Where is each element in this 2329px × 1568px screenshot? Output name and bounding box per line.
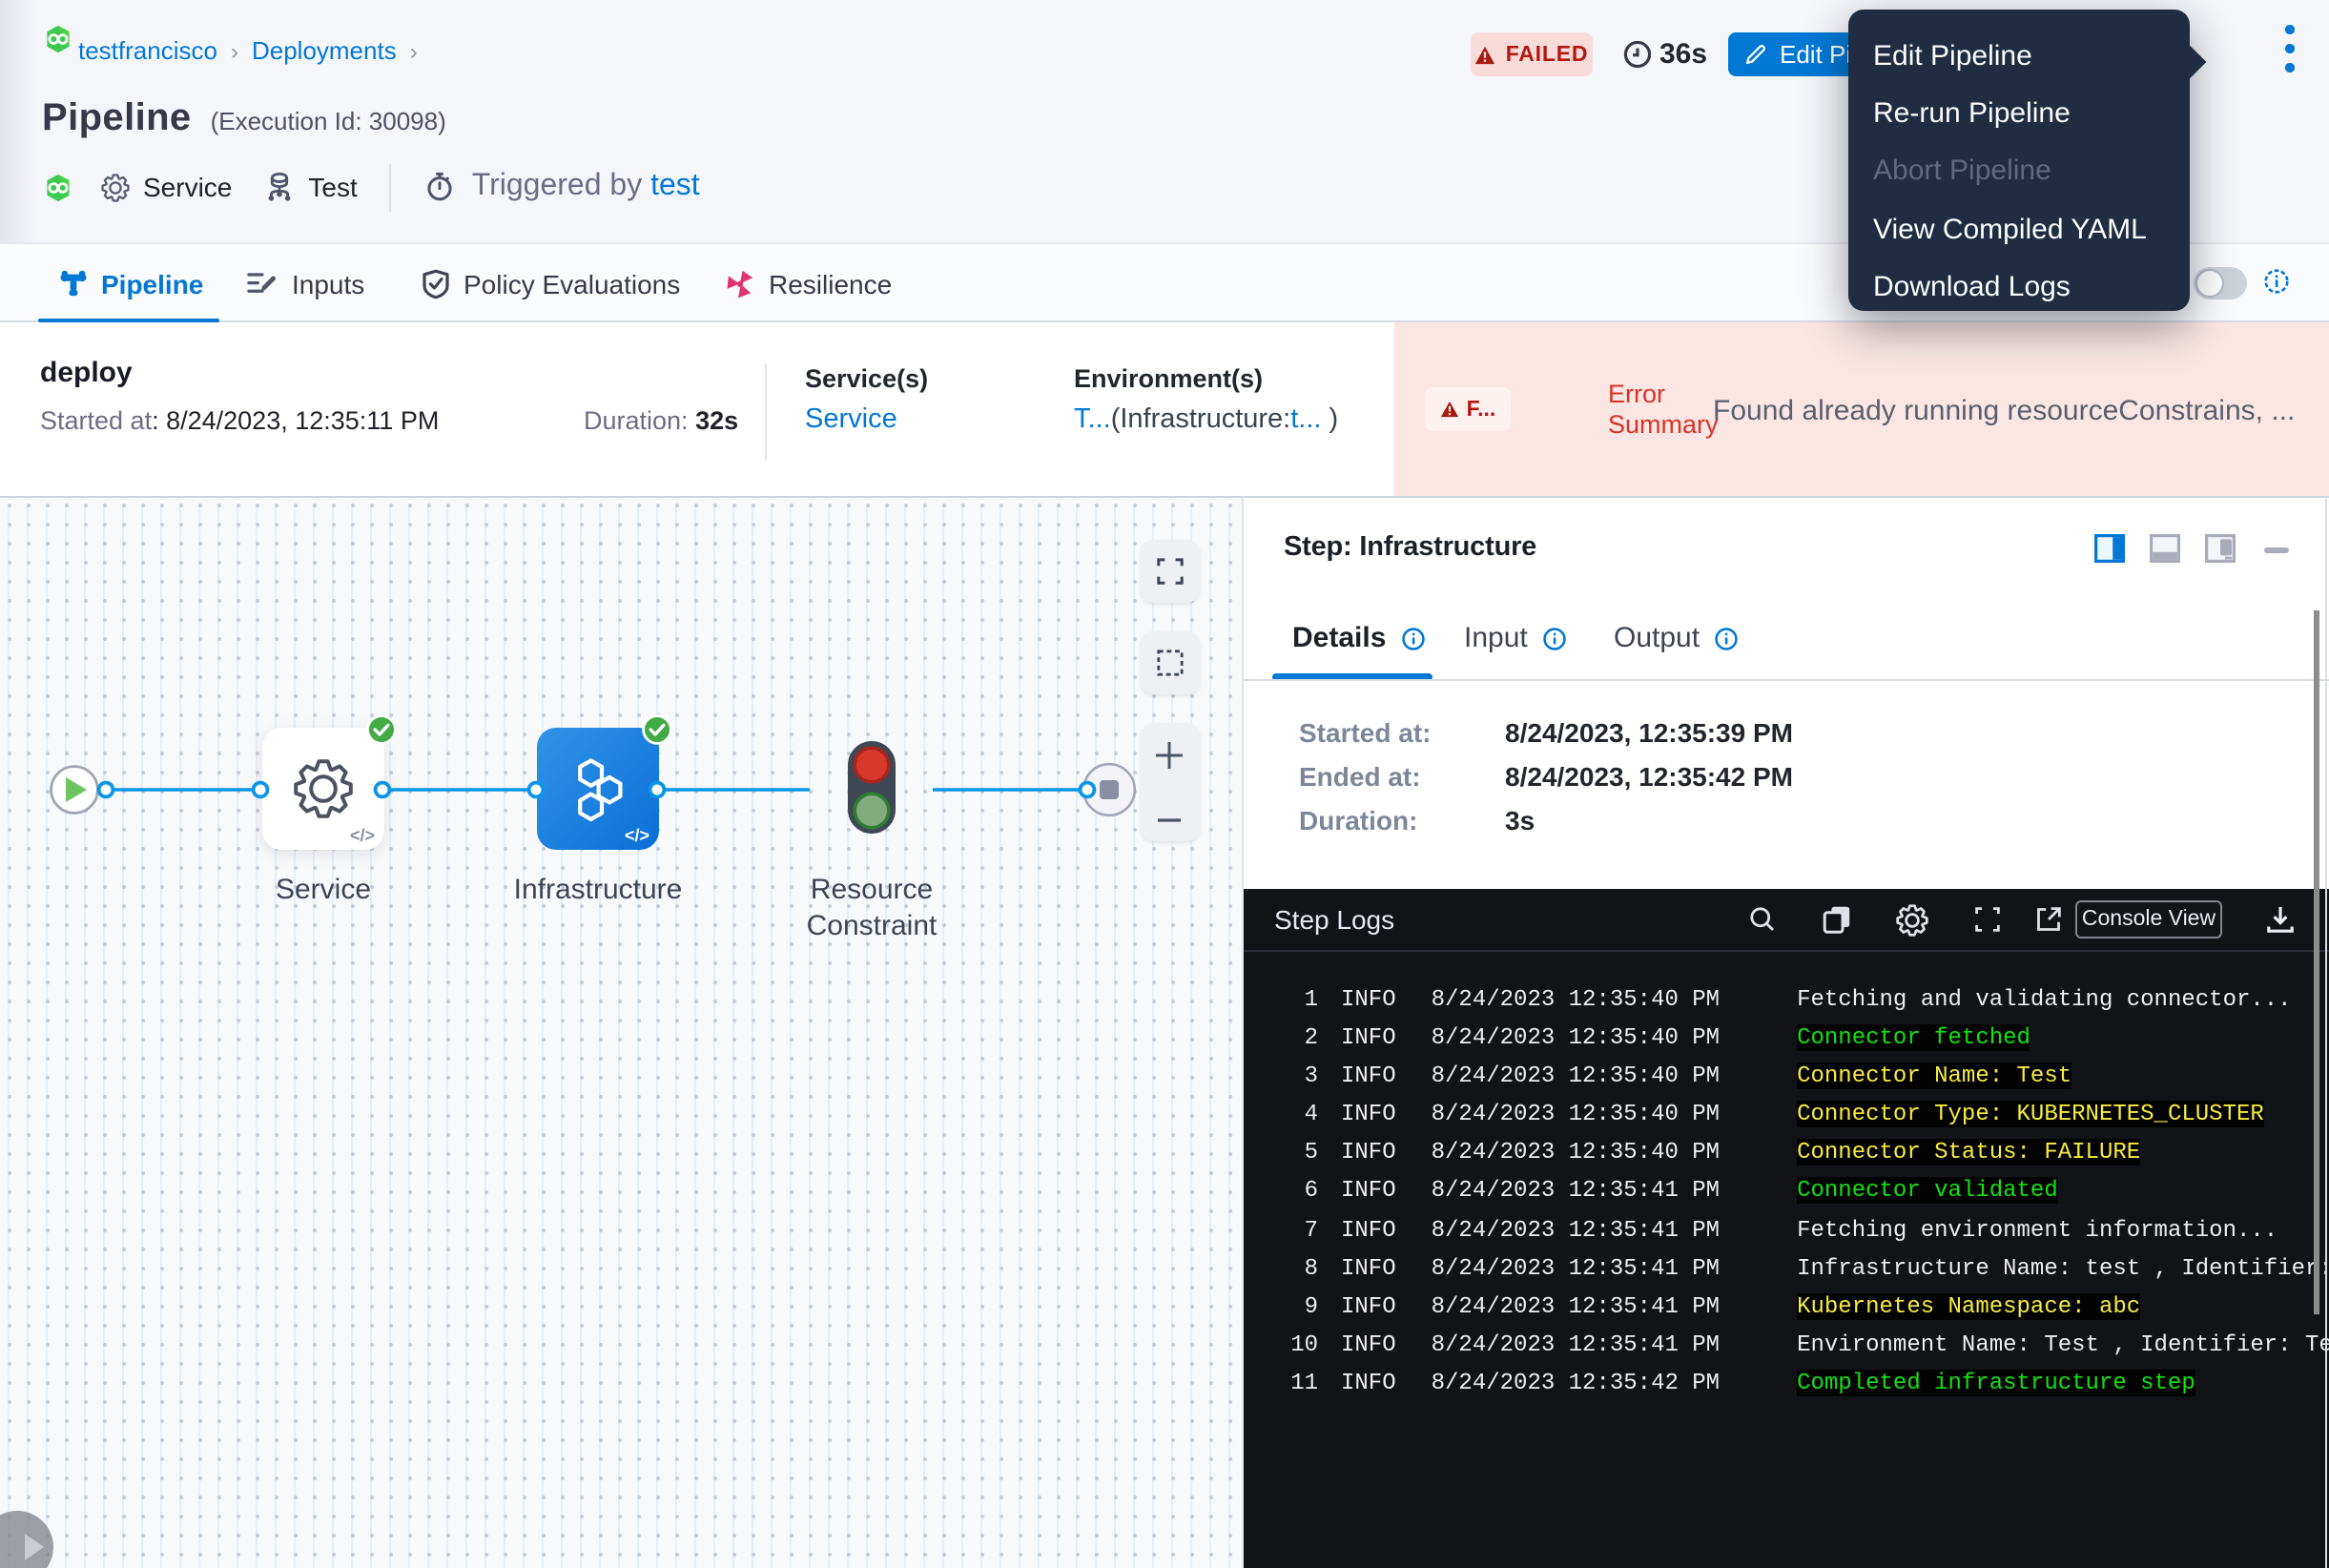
svg-text:</>: </> bbox=[350, 826, 375, 845]
svg-text:</>: </> bbox=[625, 826, 649, 845]
